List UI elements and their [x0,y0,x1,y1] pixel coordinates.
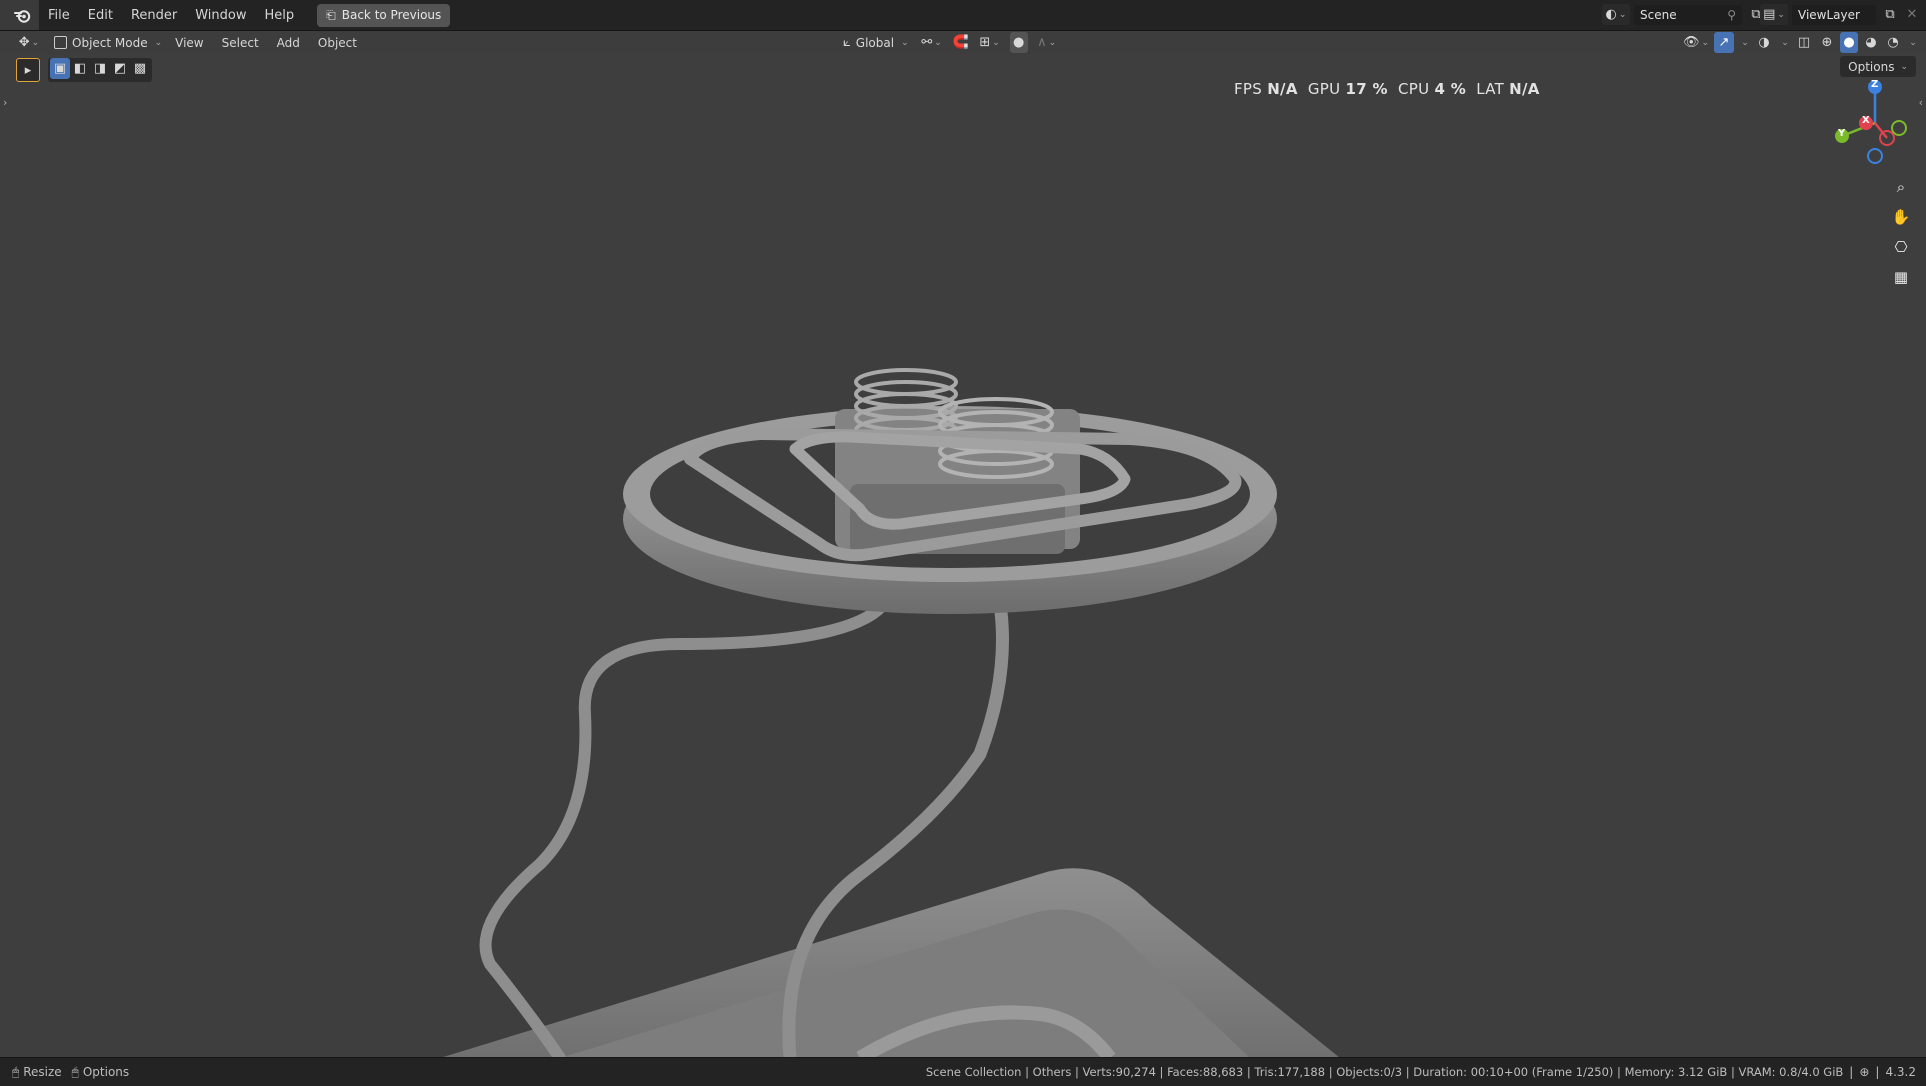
zoom-icon[interactable]: ⌕ [1888,174,1914,200]
snap-toggle-icon[interactable]: 🧲 [952,32,970,53]
xray-toggle-icon[interactable]: ◫ [1794,32,1814,53]
overlays-toggle-icon[interactable]: ◑ [1754,32,1774,53]
header-menu-select[interactable]: Select [213,31,268,54]
material-shading-icon[interactable]: ◕ [1862,32,1880,53]
new-viewlayer-icon[interactable]: ⧉ [1880,4,1900,25]
pan-hand-icon[interactable]: ✋ [1888,204,1914,230]
transform-orientation-dropdown[interactable]: ⟀ Global ⌄ [840,32,912,53]
viewlayer-name-field[interactable]: ViewLayer [1792,4,1876,25]
delete-viewlayer-icon[interactable]: ✕ [1904,4,1920,25]
chevron-down-icon: ⌄ [154,37,163,48]
gizmo-toggle-icon[interactable]: ↗ [1714,32,1734,53]
pivot-point-icon[interactable]: ⚯ ⌄ [918,32,946,53]
mouse-left-icon: 🖱 [12,1064,20,1079]
visibility-icon[interactable]: 👁 ⌄ [1682,32,1710,53]
status-bar: 🖱 Resize 🖱 Options Scene Collection | Ot… [0,1057,1926,1086]
perspective-toggle-icon[interactable]: ▦ [1888,264,1914,290]
gizmo-axes [1835,80,1907,164]
menu-edit[interactable]: Edit [79,0,122,30]
shading-dropdown-icon[interactable]: ⌄ [1906,32,1918,53]
3d-viewport[interactable]: ▸ ▣ ◧ ◨ ◩ ▩ › ‹ Options ⌄ FPS N/A GPU 17… [0,54,1926,1058]
pin-icon[interactable]: ⚲ [1727,8,1736,22]
wireframe-shading-icon[interactable]: ⊕ [1818,32,1836,53]
object-mode-icon [54,36,67,49]
header-menu-add[interactable]: Add [268,31,309,54]
viewport-header: ✥ ⌄ Object Mode ⌄ View Select Add Object … [0,31,1926,54]
separator: | [1875,1065,1880,1079]
header-menu-object[interactable]: Object [309,31,366,54]
scene-selector: ◐⌄ Scene ⚲ ⧉ ✕ [1602,4,1786,25]
header-menu-view[interactable]: View [166,31,212,54]
object-mode-label: Object Mode [72,35,148,50]
scene-statistics: Scene Collection | Others | Verts:90,274… [925,1065,1844,1079]
scene-render [440,368,1340,1058]
overlays-dropdown-icon[interactable]: ⌄ [1778,32,1790,53]
mouse-right-icon: 🖱 [71,1064,79,1079]
rendered-shading-icon[interactable]: ◔ [1884,32,1902,53]
back-to-previous-label: Back to Previous [341,8,442,22]
back-to-previous-button[interactable]: ⎗ Back to Previous [317,3,451,27]
network-icon: ⊕ [1859,1065,1870,1079]
gizmo-x-label: X [1862,115,1870,126]
options-hint: Options [82,1065,130,1079]
gizmo-z-label: Z [1871,79,1879,90]
menu-file[interactable]: File [39,0,79,30]
resize-hint: Resize [23,1065,62,1079]
scene-name-field[interactable]: Scene ⚲ [1634,4,1742,25]
camera-view-icon[interactable]: ⎔ [1888,234,1914,260]
viewlayer-browse-icon[interactable]: ▤ ⌄ [1760,4,1788,25]
editor-type-icon[interactable]: ✥ ⌄ [16,32,42,53]
gizmo-y-label: Y [1838,128,1846,139]
proportional-edit-icon[interactable]: ● [1009,32,1028,53]
transform-orientation-label: Global [855,35,895,50]
solid-shading-icon[interactable]: ● [1840,32,1858,53]
menu-render[interactable]: Render [122,0,186,30]
viewlayer-name: ViewLayer [1798,7,1860,22]
transform-controls: ⟀ Global ⌄ ⚯ ⌄ 🧲 ⊞ ⌄ ● ∧ ⌄ [840,32,1060,53]
object-mode-dropdown[interactable]: Object Mode ⌄ [50,32,166,53]
separator: | [1849,1065,1854,1079]
menu-window[interactable]: Window [186,0,255,30]
proportional-falloff-icon[interactable]: ∧ ⌄ [1034,32,1060,53]
snap-target-icon[interactable]: ⊞ ⌄ [976,32,1004,53]
menu-help[interactable]: Help [256,0,304,30]
gizmo-dropdown-icon[interactable]: ⌄ [1738,32,1750,53]
scene-name: Scene [1640,7,1677,22]
blender-version: 4.3.2 [1885,1065,1916,1079]
scene-browse-icon[interactable]: ◐ ⌄ [1602,4,1630,25]
viewport-display-controls: 👁 ⌄ ↗ ⌄ ◑ ⌄ ◫ ⊕ ● ◕ ◔ ⌄ [1682,32,1918,53]
top-bar: File Edit Render Window Help ⎗ Back to P… [0,0,1926,31]
blender-logo-icon[interactable] [0,0,39,30]
orientation-icon: ⟀ [843,35,851,50]
viewlayer-selector: ▤ ⌄ ViewLayer ⧉ ✕ [1760,4,1920,25]
navigation-gizmo[interactable]: Z Y X [1830,78,1920,168]
back-icon: ⎗ [326,7,336,22]
